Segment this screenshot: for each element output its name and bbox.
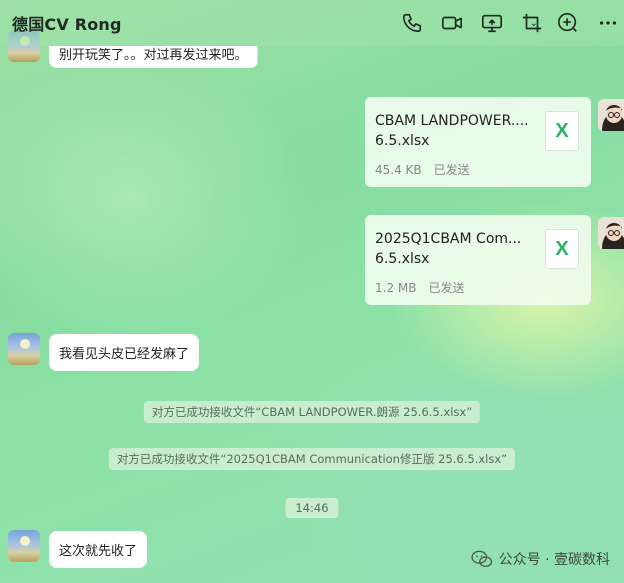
watermark-text: 公众号 · 壹碳数科 bbox=[498, 552, 610, 568]
file-card[interactable]: 2025Q1CBAM Com... 6.5.xlsx 1.2 MB 已发送 X bbox=[365, 215, 591, 305]
more-icon[interactable] bbox=[596, 10, 620, 36]
my-avatar[interactable] bbox=[598, 217, 624, 249]
contact-avatar[interactable] bbox=[8, 530, 40, 562]
watermark: 公众号 · 壹碳数科 bbox=[471, 549, 610, 569]
file-name: CBAM LANDPOWER.... 6.5.xlsx bbox=[375, 113, 529, 149]
file-size: 1.2 MB bbox=[375, 281, 417, 295]
video-call-icon[interactable] bbox=[440, 10, 464, 36]
file-meta: 1.2 MB 已发送 bbox=[375, 279, 465, 296]
file-size: 45.4 KB bbox=[375, 163, 422, 177]
contact-name: 德国CV Rong bbox=[12, 15, 122, 34]
message-text: 我看见头皮已经发麻了 bbox=[59, 347, 190, 362]
system-message: 对方已成功接收文件“CBAM LANDPOWER.朗源 25.6.5.xlsx” bbox=[143, 401, 481, 423]
file-meta: 45.4 KB 已发送 bbox=[375, 161, 470, 178]
file-status: 已发送 bbox=[428, 281, 465, 295]
file-name: 2025Q1CBAM Com... 6.5.xlsx bbox=[375, 231, 522, 267]
screen-share-icon[interactable] bbox=[480, 10, 504, 36]
message-bubble: 这次就先收了 bbox=[49, 531, 148, 568]
excel-file-icon: X bbox=[545, 111, 579, 151]
wechat-icon bbox=[471, 550, 492, 568]
chevron-down-icon[interactable]: ⌄ bbox=[530, 18, 538, 29]
my-avatar[interactable] bbox=[598, 99, 624, 131]
header-toolbar: ⌄ bbox=[384, 10, 620, 36]
file-status: 已发送 bbox=[433, 163, 470, 177]
message-text: 别开玩笑了。。对过再发过来吧。 bbox=[59, 48, 248, 63]
add-icon[interactable] bbox=[556, 10, 580, 36]
file-card[interactable]: CBAM LANDPOWER.... 6.5.xlsx 45.4 KB 已发送 X bbox=[365, 97, 591, 187]
message-bubble: 我看见头皮已经发麻了 bbox=[49, 334, 200, 371]
message-text: 这次就先收了 bbox=[59, 544, 138, 559]
contact-avatar[interactable] bbox=[8, 333, 40, 365]
excel-file-icon: X bbox=[545, 229, 579, 269]
system-message: 对方已成功接收文件“2025Q1CBAM Communication修正版 25… bbox=[108, 448, 516, 470]
chat-header: 德国CV Rong ⌄ bbox=[0, 0, 624, 46]
timestamp: 14:46 bbox=[285, 498, 339, 518]
phone-icon[interactable] bbox=[400, 10, 424, 36]
